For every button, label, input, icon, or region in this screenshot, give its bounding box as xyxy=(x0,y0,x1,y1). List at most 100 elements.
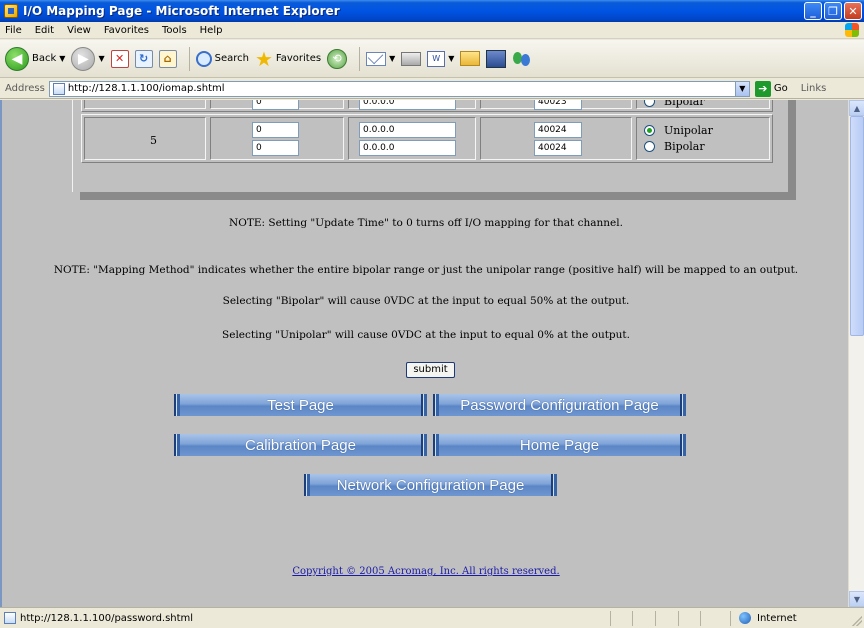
register-input[interactable]: 40023 xyxy=(534,100,582,110)
calibration-page-button[interactable]: Calibration Page xyxy=(174,434,427,456)
restore-button[interactable]: ❐ xyxy=(824,2,842,20)
bipolar-label: Bipolar xyxy=(664,100,705,108)
security-zone: Internet xyxy=(739,612,797,624)
io-mapping-table: 0 0.0.0.0 40023 Bipolar 5 0 0 0.0.0.0 0.… xyxy=(72,100,788,192)
channel-number: 5 xyxy=(150,134,157,147)
favorites-label: Favorites xyxy=(275,53,322,64)
table-cell: 40023 xyxy=(480,100,632,110)
history-icon: ⟲ xyxy=(327,48,348,69)
network-configuration-button[interactable]: Network Configuration Page xyxy=(304,474,557,496)
register-input[interactable]: 40024 xyxy=(534,140,582,156)
menu-file[interactable]: File xyxy=(0,25,29,36)
table-cell: 40024 40024 xyxy=(480,117,632,160)
menu-tools[interactable]: Tools xyxy=(156,25,194,36)
media-button[interactable] xyxy=(486,49,507,68)
status-divider xyxy=(730,611,731,626)
messenger-button[interactable] xyxy=(512,50,532,68)
table-cell: Bipolar xyxy=(636,100,770,109)
table-cell: 5 xyxy=(84,117,206,160)
back-arrow-icon: ◀ xyxy=(5,46,29,71)
back-label: Back xyxy=(32,53,57,64)
copyright-link[interactable]: Copyright © 2005 Acromag, Inc. All right… xyxy=(2,566,848,577)
update-time-input[interactable]: 0 xyxy=(252,140,299,156)
edit-dropdown-icon[interactable]: ▼ xyxy=(448,54,454,63)
mail-dropdown-icon[interactable]: ▼ xyxy=(389,54,395,63)
internet-globe-icon xyxy=(739,612,751,624)
close-button[interactable]: ✕ xyxy=(844,2,862,20)
back-dropdown-icon[interactable]: ▼ xyxy=(59,54,65,63)
register-input[interactable]: 40024 xyxy=(534,122,582,138)
edit-button[interactable]: W ▼ xyxy=(427,50,454,67)
ie-icon xyxy=(4,4,18,18)
address-dropdown-icon[interactable]: ▼ xyxy=(734,81,749,96)
forward-button[interactable]: ▶ ▼ xyxy=(71,46,105,71)
status-divider xyxy=(632,611,633,626)
links-button[interactable]: Links xyxy=(801,83,827,94)
print-button[interactable] xyxy=(401,51,422,66)
history-button[interactable]: ⟲ xyxy=(327,48,348,69)
word-edit-icon: W xyxy=(427,50,446,67)
go-button[interactable]: ➔ Go xyxy=(754,80,788,97)
refresh-button[interactable]: ↻ xyxy=(134,49,153,68)
ip-address-input[interactable]: 0.0.0.0 xyxy=(359,122,456,138)
search-icon xyxy=(195,50,212,67)
toolbar-separator xyxy=(188,46,190,71)
status-bar: http://128.1.1.100/password.shtml Intern… xyxy=(0,607,864,628)
bipolar-radio[interactable] xyxy=(644,100,655,107)
resize-grip-icon[interactable] xyxy=(852,616,862,626)
search-button[interactable]: Search xyxy=(195,50,249,67)
scroll-thumb[interactable] xyxy=(850,116,864,336)
table-row: 0 0.0.0.0 40023 Bipolar xyxy=(81,100,773,112)
home-button[interactable]: ⌂ xyxy=(158,49,177,68)
password-configuration-button[interactable]: Password Configuration Page xyxy=(433,394,686,416)
stop-button[interactable]: ✕ xyxy=(110,49,129,68)
status-divider xyxy=(700,611,701,626)
ip-address-input[interactable]: 0.0.0.0 xyxy=(359,140,456,156)
back-button[interactable]: ◀ Back ▼ xyxy=(5,46,65,71)
scroll-up-icon[interactable]: ▲ xyxy=(849,100,864,116)
mapping-method-option[interactable]: Bipolar xyxy=(644,100,705,108)
scroll-down-icon[interactable]: ▼ xyxy=(849,591,864,607)
update-time-input[interactable]: 0 xyxy=(252,122,299,138)
unipolar-radio[interactable] xyxy=(644,125,655,136)
page-content: 0 0.0.0.0 40023 Bipolar 5 0 0 0.0.0.0 0.… xyxy=(0,100,848,607)
menu-bar: File Edit View Favorites Tools Help xyxy=(0,22,864,39)
status-divider xyxy=(610,611,611,626)
address-bar: Address http://128.1.1.100/iomap.shtml ▼… xyxy=(0,79,864,99)
menu-view[interactable]: View xyxy=(61,25,98,36)
note-update-time: NOTE: Setting "Update Time" to 0 turns o… xyxy=(229,217,623,229)
window-title: I/O Mapping Page - Microsoft Internet Ex… xyxy=(23,4,340,18)
favorites-star-icon: ★ xyxy=(254,46,273,71)
messenger-icon xyxy=(512,50,532,68)
mapping-method-option[interactable]: Unipolar xyxy=(644,124,713,137)
bipolar-radio[interactable] xyxy=(644,141,655,152)
minimize-button[interactable]: _ xyxy=(804,2,822,20)
vertical-scrollbar[interactable]: ▲ ▼ xyxy=(848,100,864,607)
mail-icon xyxy=(366,51,387,66)
go-arrow-icon: ➔ xyxy=(754,80,771,97)
window-controls: _ ❐ ✕ xyxy=(804,2,862,20)
menu-edit[interactable]: Edit xyxy=(29,25,61,36)
address-url[interactable]: http://128.1.1.100/iomap.shtml xyxy=(68,83,225,94)
home-page-button[interactable]: Home Page xyxy=(433,434,686,456)
test-page-button[interactable]: Test Page xyxy=(174,394,427,416)
update-time-input[interactable]: 0 xyxy=(252,100,299,110)
table-row: 5 0 0 0.0.0.0 0.0.0.0 40024 40024 Unipol… xyxy=(81,114,773,163)
table-cell: Unipolar Bipolar xyxy=(636,117,770,160)
submit-button[interactable]: submit xyxy=(406,362,455,378)
mail-button[interactable]: ▼ xyxy=(366,51,395,66)
standard-toolbar: ◀ Back ▼ ▶ ▼ ✕ ↻ ⌂ Search ★ Favorites ⟲ … xyxy=(0,40,864,78)
mapping-method-option[interactable]: Bipolar xyxy=(644,140,705,153)
menu-favorites[interactable]: Favorites xyxy=(98,25,156,36)
title-bar: I/O Mapping Page - Microsoft Internet Ex… xyxy=(0,0,864,22)
table-cell xyxy=(84,100,206,109)
ip-address-input[interactable]: 0.0.0.0 xyxy=(359,100,456,110)
zone-label: Internet xyxy=(757,612,797,624)
status-url: http://128.1.1.100/password.shtml xyxy=(20,612,194,624)
favorites-button[interactable]: ★ Favorites xyxy=(254,46,322,71)
forward-dropdown-icon[interactable]: ▼ xyxy=(98,54,104,63)
menu-help[interactable]: Help xyxy=(194,25,230,36)
folder-button[interactable] xyxy=(460,51,481,66)
address-input[interactable]: http://128.1.1.100/iomap.shtml ▼ xyxy=(48,80,750,97)
unipolar-label: Unipolar xyxy=(664,124,713,137)
